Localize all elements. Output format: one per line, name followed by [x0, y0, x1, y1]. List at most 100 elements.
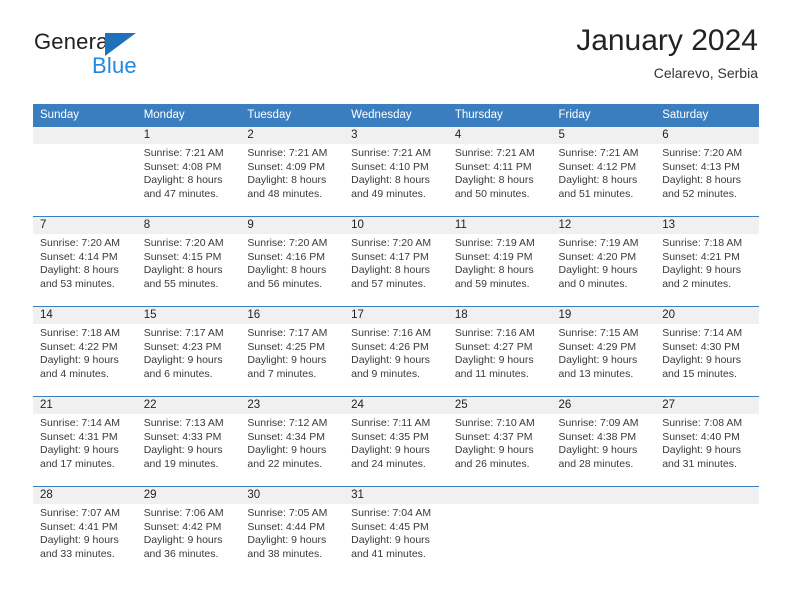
column-header-wednesday: Wednesday [344, 104, 448, 127]
day-sun-details: Sunrise: 7:21 AM Sunset: 4:09 PM Daylight:… [240, 144, 344, 201]
day-number: 22 [136, 397, 241, 414]
calendar-day-cell[interactable]: 10 Sunrise: 7:20 AM Sunset: 4:17 PM Dayligh… [344, 216, 448, 307]
calendar-header-row: Sunday Monday Tuesday Wednesday Thursday Frid… [33, 104, 759, 127]
day-detail-line: Daylight: 9 hours [558, 444, 638, 457]
calendar-day-cell[interactable]: 15 Sunrise: 7:17 AM Sunset: 4:23 PM Dayligh… [136, 306, 241, 397]
day-detail-line: Sunset: 4:31 PM [40, 430, 118, 443]
calendar-day-cell[interactable]: 19 Sunrise: 7:15 AM Sunset: 4:29 PM Dayligh… [551, 306, 656, 397]
calendar-day-cell[interactable]: 17 Sunrise: 7:16 AM Sunset: 4:26 PM Dayligh… [344, 306, 448, 397]
calendar-day-cell[interactable]: 4 Sunrise: 7:21 AM Sunset: 4:11 PM Daylight… [447, 127, 552, 217]
day-number: 12 [551, 217, 656, 234]
day-detail-line: Daylight: 9 hours [40, 354, 119, 367]
day-sun-details: Sunrise: 7:21 AM Sunset: 4:12 PM Daylight:… [552, 144, 656, 201]
day-cell-content: 31 Sunrise: 7:04 AM Sunset: 4:45 PM Dayligh… [344, 487, 448, 576]
calendar-day-cell[interactable]: 24 Sunrise: 7:11 AM Sunset: 4:35 PM Dayligh… [344, 396, 448, 487]
calendar-day-cell[interactable]: 7 Sunrise: 7:20 AM Sunset: 4:14 PM Daylight… [33, 216, 137, 307]
logo-text-general: General [34, 29, 114, 54]
day-sun-details: Sunrise: 7:20 AM Sunset: 4:14 PM Daylight:… [33, 234, 137, 291]
calendar-day-cell[interactable]: 31 Sunrise: 7:04 AM Sunset: 4:45 PM Dayligh… [344, 486, 448, 576]
day-cell-content: 12 Sunrise: 7:19 AM Sunset: 4:20 PM Dayligh… [551, 217, 656, 306]
day-sun-details: Sunrise: 7:04 AM Sunset: 4:45 PM Daylight:… [344, 504, 448, 561]
calendar-day-cell[interactable]: 26 Sunrise: 7:09 AM Sunset: 4:38 PM Dayligh… [551, 396, 656, 487]
day-detail-line: and 49 minutes. [351, 187, 426, 200]
calendar-day-cell[interactable]: 22 Sunrise: 7:13 AM Sunset: 4:33 PM Dayligh… [136, 396, 241, 487]
calendar-day-cell[interactable]: 29 Sunrise: 7:06 AM Sunset: 4:42 PM Dayligh… [136, 486, 241, 576]
day-detail-line: Sunset: 4:22 PM [40, 340, 118, 353]
day-detail-line: Sunrise: 7:20 AM [143, 237, 224, 249]
day-detail-line: Daylight: 9 hours [558, 354, 638, 367]
day-sun-details: Sunrise: 7:14 AM Sunset: 4:31 PM Daylight:… [33, 414, 137, 471]
calendar-day-cell[interactable]: 25 Sunrise: 7:10 AM Sunset: 4:37 PM Dayligh… [447, 396, 552, 487]
day-number: 2 [240, 127, 345, 144]
calendar-day-cell[interactable]: 16 Sunrise: 7:17 AM Sunset: 4:25 PM Dayligh… [240, 306, 345, 397]
day-detail-line: Daylight: 9 hours [454, 444, 534, 457]
calendar-day-cell[interactable]: 5 Sunrise: 7:21 AM Sunset: 4:12 PM Daylight… [551, 127, 656, 217]
day-detail-line: Sunset: 4:37 PM [454, 430, 533, 443]
day-detail-line: Daylight: 8 hours [454, 174, 534, 187]
day-detail-line: Sunset: 4:33 PM [143, 430, 222, 443]
day-number: 14 [33, 307, 137, 324]
calendar-day-cell[interactable]: 28 Sunrise: 7:07 AM Sunset: 4:41 PM Dayligh… [33, 486, 137, 576]
day-sun-details [655, 504, 759, 507]
title-block: January 2024 Celarevo, Serbia [576, 22, 758, 83]
calendar-day-cell[interactable]: 12 Sunrise: 7:19 AM Sunset: 4:20 PM Dayligh… [551, 216, 656, 307]
day-cell-content: 18 Sunrise: 7:16 AM Sunset: 4:27 PM Dayligh… [447, 307, 552, 396]
day-detail-line: Daylight: 9 hours [40, 534, 119, 547]
calendar-day-cell[interactable]: 9 Sunrise: 7:20 AM Sunset: 4:16 PM Daylight… [240, 216, 345, 307]
day-detail-line: Daylight: 9 hours [558, 264, 638, 277]
calendar-day-cell[interactable]: 14 Sunrise: 7:18 AM Sunset: 4:22 PM Dayligh… [33, 306, 137, 397]
day-sun-details: Sunrise: 7:21 AM Sunset: 4:08 PM Daylight:… [137, 144, 241, 201]
day-cell-content: 11 Sunrise: 7:19 AM Sunset: 4:19 PM Dayligh… [447, 217, 552, 306]
day-sun-details: Sunrise: 7:05 AM Sunset: 4:44 PM Daylight:… [240, 504, 344, 561]
day-sun-details: Sunrise: 7:13 AM Sunset: 4:33 PM Daylight:… [137, 414, 241, 471]
calendar-empty-cell [655, 486, 759, 576]
day-cell-content: 19 Sunrise: 7:15 AM Sunset: 4:29 PM Dayligh… [551, 307, 656, 396]
calendar-day-cell[interactable]: 3 Sunrise: 7:21 AM Sunset: 4:10 PM Daylight… [344, 127, 448, 217]
day-detail-line: and 38 minutes. [247, 547, 323, 560]
day-detail-line: Sunset: 4:10 PM [351, 160, 429, 173]
calendar-day-cell[interactable]: 6 Sunrise: 7:20 AM Sunset: 4:13 PM Daylight… [655, 127, 759, 217]
day-detail-line: and 33 minutes. [40, 547, 115, 560]
calendar-day-cell[interactable]: 30 Sunrise: 7:05 AM Sunset: 4:44 PM Dayligh… [240, 486, 345, 576]
day-detail-line: Sunrise: 7:17 AM [247, 327, 328, 339]
calendar-page: General Blue January 2024 Celarevo, Serb… [0, 0, 792, 612]
day-number: 18 [447, 307, 552, 324]
day-detail-line: Sunset: 4:44 PM [247, 520, 326, 533]
day-detail-line: Daylight: 9 hours [247, 354, 327, 367]
day-detail-line: Daylight: 8 hours [662, 174, 742, 187]
day-sun-details: Sunrise: 7:20 AM Sunset: 4:16 PM Daylight:… [240, 234, 344, 291]
calendar-day-cell[interactable]: 1 Sunrise: 7:21 AM Sunset: 4:08 PM Daylight… [136, 127, 241, 217]
calendar-day-cell[interactable]: 18 Sunrise: 7:16 AM Sunset: 4:27 PM Dayligh… [447, 306, 552, 397]
day-detail-line: Sunset: 4:20 PM [558, 250, 637, 263]
day-sun-details: Sunrise: 7:20 AM Sunset: 4:13 PM Daylight:… [655, 144, 759, 201]
day-detail-line: Sunset: 4:09 PM [247, 160, 326, 173]
general-blue-logo[interactable]: General Blue [33, 26, 213, 84]
day-detail-line: Sunrise: 7:05 AM [247, 507, 328, 519]
day-cell-content: 4 Sunrise: 7:21 AM Sunset: 4:11 PM Daylight… [447, 127, 552, 216]
calendar-day-cell[interactable]: 21 Sunrise: 7:14 AM Sunset: 4:31 PM Dayligh… [33, 396, 137, 487]
day-detail-line: Daylight: 9 hours [143, 444, 223, 457]
day-detail-line: and 57 minutes. [351, 277, 426, 290]
day-number: 16 [240, 307, 345, 324]
day-number: 13 [655, 217, 759, 234]
calendar-day-cell[interactable]: 13 Sunrise: 7:18 AM Sunset: 4:21 PM Dayligh… [655, 216, 759, 307]
calendar-day-cell[interactable]: 27 Sunrise: 7:08 AM Sunset: 4:40 PM Dayligh… [655, 396, 759, 487]
day-detail-line: and 55 minutes. [143, 277, 219, 290]
day-detail-line: Daylight: 9 hours [454, 354, 534, 367]
calendar-day-cell[interactable]: 23 Sunrise: 7:12 AM Sunset: 4:34 PM Dayligh… [240, 396, 345, 487]
day-detail-line: and 36 minutes. [143, 547, 219, 560]
day-detail-line: Sunrise: 7:14 AM [40, 417, 120, 429]
calendar-day-cell[interactable]: 8 Sunrise: 7:20 AM Sunset: 4:15 PM Daylight… [136, 216, 241, 307]
calendar-day-cell[interactable]: 20 Sunrise: 7:14 AM Sunset: 4:30 PM Dayligh… [655, 306, 759, 397]
day-number: 28 [33, 487, 137, 504]
day-detail-line: Daylight: 8 hours [454, 264, 534, 277]
column-header-tuesday: Tuesday [240, 104, 345, 127]
day-detail-line: Sunset: 4:23 PM [143, 340, 222, 353]
day-sun-details: Sunrise: 7:08 AM Sunset: 4:40 PM Daylight:… [655, 414, 759, 471]
day-number: 11 [447, 217, 552, 234]
day-cell-content: 28 Sunrise: 7:07 AM Sunset: 4:41 PM Dayligh… [33, 487, 137, 576]
day-cell-content: 9 Sunrise: 7:20 AM Sunset: 4:16 PM Daylight… [240, 217, 345, 306]
calendar-day-cell[interactable]: 2 Sunrise: 7:21 AM Sunset: 4:09 PM Daylight… [240, 127, 345, 217]
day-sun-details: Sunrise: 7:16 AM Sunset: 4:27 PM Daylight:… [448, 324, 552, 381]
calendar-day-cell[interactable]: 11 Sunrise: 7:19 AM Sunset: 4:19 PM Dayligh… [447, 216, 552, 307]
